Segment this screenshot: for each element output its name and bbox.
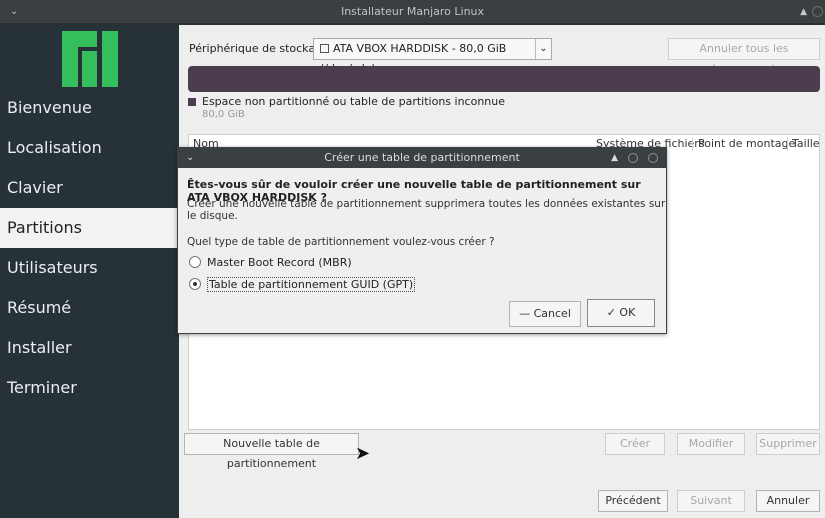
dialog-prompt: Quel type de table de partitionnement vo… [187,236,495,248]
delete-button[interactable]: Supprimer [756,433,820,455]
minimize-icon[interactable]: ▲ [800,0,807,24]
sidebar-item-resume[interactable]: Résumé [0,288,179,328]
sidebar-item-terminer[interactable]: Terminer [0,368,179,408]
unpartitioned-swatch [188,98,196,106]
dialog-minimize-icon[interactable]: ▲ [611,148,618,168]
window-titlebar: ⌄ Installateur Manjaro Linux ▲ [0,0,825,24]
new-partition-table-button[interactable]: Nouvelle table de partitionnement [184,433,359,470]
radio-gpt[interactable]: Table de partitionnement GUID (GPT) [189,277,416,293]
radio-gpt-label: Table de partitionnement GUID (GPT) [207,277,416,292]
sidebar-item-partitions[interactable]: Partitions [0,208,179,248]
storage-label: Périphérique de stockage: [189,42,333,55]
mouse-cursor-icon: ➤ [355,443,371,464]
chevron-down-icon: ⌄ [535,39,551,59]
partition-bar [188,66,820,92]
column-separator [787,137,788,151]
sidebar-item-utilisateurs[interactable]: Utilisateurs [0,248,179,288]
sidebar: Bienvenue Localisation Clavier Partition… [0,25,179,518]
dialog-title: Créer une table de partitionnement [324,151,520,164]
radio-button[interactable] [189,256,201,268]
column-header-size[interactable]: Taille [792,137,820,150]
sidebar-item-bienvenue[interactable]: Bienvenue [0,88,179,128]
dialog-info: Créer une nouvelle table de partitionnem… [187,198,666,222]
sidebar-item-localisation[interactable]: Localisation [0,128,179,168]
dialog-menu-icon[interactable]: ⌄ [186,148,194,168]
storage-device-select[interactable]: ATA VBOX HARDDISK - 80,0 GiB (/dev/sda) … [313,38,552,75]
back-button[interactable]: Précédent [598,490,668,512]
dialog-cancel-label: Cancel [533,307,571,320]
radio-button-checked[interactable] [189,278,201,290]
check-icon: ✓ [606,306,616,319]
window-menu-icon[interactable]: ⌄ [10,0,18,24]
radio-mbr-label: Master Boot Record (MBR) [207,256,352,269]
radio-mbr[interactable]: Master Boot Record (MBR) [189,255,352,271]
modify-button[interactable]: Modifier [677,433,745,455]
cancel-install-button[interactable]: Annuler [756,490,820,512]
create-button[interactable]: Créer [605,433,665,455]
legend-label: Espace non partitionné ou table de parti… [202,95,506,108]
sidebar-item-installer[interactable]: Installer [0,328,179,368]
column-separator [692,137,693,151]
window-title: Installateur Manjaro Linux [340,5,485,18]
dialog-cancel-button[interactable]: — Cancel [509,301,581,327]
legend-size: 80,0 GiB [202,109,245,120]
dialog-ok-button[interactable]: ✓ OK [587,299,655,327]
create-partition-table-dialog: ⌄ Créer une table de partitionnement ▲ Ê… [177,147,667,334]
minus-icon: — [519,307,531,320]
manjaro-logo-icon [62,31,118,87]
dialog-close-icon[interactable] [648,153,658,163]
revert-changes-button[interactable]: Annuler tous les changements [668,38,820,75]
dialog-ok-label: OK [619,306,636,319]
column-header-mountpoint[interactable]: Point de montage [698,137,795,150]
dialog-maximize-icon[interactable] [628,153,638,163]
sidebar-item-clavier[interactable]: Clavier [0,168,179,208]
next-button[interactable]: Suivant [677,490,745,512]
close-icon[interactable] [812,6,823,17]
dialog-titlebar: ⌄ Créer une table de partitionnement ▲ [178,148,666,168]
drive-icon [320,44,329,53]
